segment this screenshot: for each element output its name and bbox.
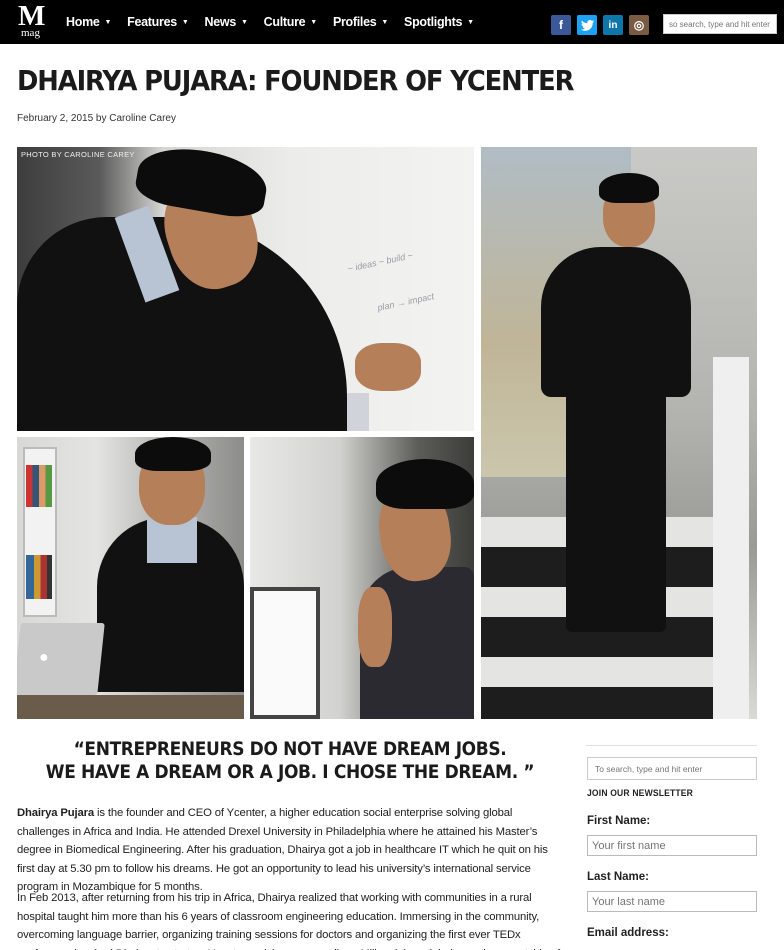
- article-byline: February 2, 2015 by Caroline Carey: [17, 113, 176, 124]
- person-hair: [135, 437, 211, 471]
- nav-label: Home: [66, 15, 100, 29]
- article-paragraph: Dhairya Pujara is the founder and CEO of…: [17, 804, 563, 897]
- photo-thinking: [250, 437, 474, 719]
- whiteboard-scribble: ~ ideas ~ build ~: [346, 250, 414, 274]
- nav-item-profiles[interactable]: Profiles ▼: [333, 15, 388, 29]
- facebook-icon[interactable]: f: [551, 15, 571, 35]
- nav-item-spotlights[interactable]: Spotlights ▼: [404, 15, 474, 29]
- twitter-icon[interactable]: [577, 15, 597, 35]
- article-paragraph: In Feb 2013, after returning from his tr…: [17, 889, 563, 950]
- instagram-icon[interactable]: ◎: [629, 15, 649, 35]
- photo-whiteboard: PHOTO BY CAROLINE CAREY ~ ideas ~ build …: [17, 147, 474, 431]
- top-navigation-bar: M mag Home ▼ Features ▼ News ▼ Culture ▼ Pro…: [0, 0, 784, 44]
- pull-quote: “ENTREPRENEURS DO NOT HAVE DREAM JOBS. W…: [17, 738, 563, 784]
- paragraph-text: is the founder and CEO of Ycenter, a hig…: [17, 807, 548, 893]
- chevron-down-icon: ▼: [104, 18, 112, 26]
- twitter-bird-icon: [580, 19, 594, 31]
- first-name-field[interactable]: [587, 835, 757, 856]
- nav-label: Spotlights: [404, 15, 463, 29]
- header-search-input[interactable]: [663, 14, 777, 34]
- nav-item-features[interactable]: Features ▼: [127, 15, 189, 29]
- photo-stairs: [481, 147, 757, 719]
- books: [26, 555, 52, 599]
- nav-label: Profiles: [332, 15, 377, 29]
- subject-name: Dhairya Pujara: [17, 807, 95, 819]
- nav-label: Culture: [263, 15, 306, 29]
- newsletter-heading: JOIN OUR NEWSLETTER: [587, 788, 694, 799]
- article-title: DHAIRYA PUJARA: FOUNDER OF YCENTER: [17, 64, 574, 97]
- laptop: [17, 623, 105, 695]
- person-hair: [132, 147, 272, 222]
- nav-label: Features: [127, 15, 177, 29]
- person-hair: [599, 173, 659, 203]
- person-hair: [376, 459, 474, 509]
- photo-laptop: ●: [17, 437, 244, 719]
- stair-step: [481, 657, 741, 687]
- first-name-label: First Name:: [587, 815, 651, 827]
- logo-subtext: mag: [21, 27, 40, 39]
- email-label: Email address:: [587, 927, 669, 939]
- pull-quote-line: WE HAVE A DREAM OR A JOB. I CHOSE THE DR…: [45, 762, 535, 783]
- paragraph-text: In Feb 2013, after returning from his tr…: [17, 892, 560, 950]
- desk: [17, 695, 244, 719]
- chevron-down-icon: ▼: [381, 18, 389, 26]
- apple-logo-icon: ●: [39, 649, 49, 666]
- person-sweater: [541, 247, 691, 397]
- stair-railing: [713, 357, 749, 719]
- main-nav: Home ▼ Features ▼ News ▼ Culture ▼ Profiles ▼…: [66, 0, 490, 44]
- window: [250, 587, 320, 719]
- social-links: f in ◎: [551, 15, 655, 35]
- sidebar-divider: [586, 745, 757, 746]
- pull-quote-line: “ENTREPRENEURS DO NOT HAVE DREAM JOBS.: [73, 739, 507, 760]
- person-trousers: [566, 392, 666, 632]
- nav-item-home[interactable]: Home ▼: [66, 15, 111, 29]
- person-cuff: [347, 393, 369, 431]
- site-logo[interactable]: M mag: [17, 0, 53, 41]
- stair-riser: [481, 687, 741, 719]
- nav-label: News: [204, 15, 237, 29]
- nav-item-news[interactable]: News ▼: [205, 15, 248, 29]
- books: [26, 465, 52, 507]
- person-hand: [358, 587, 392, 667]
- linkedin-icon[interactable]: in: [603, 15, 623, 35]
- chevron-down-icon: ▼: [467, 18, 474, 26]
- sidebar-search-input[interactable]: [587, 757, 757, 780]
- last-name-label: Last Name:: [587, 871, 649, 883]
- person-hand: [355, 343, 421, 391]
- nav-item-culture[interactable]: Culture ▼: [263, 15, 318, 29]
- photo-credit: PHOTO BY CAROLINE CAREY: [21, 150, 135, 159]
- last-name-field[interactable]: [587, 891, 757, 912]
- chevron-down-icon: ▼: [310, 18, 317, 26]
- chevron-down-icon: ▼: [181, 18, 189, 26]
- chevron-down-icon: ▼: [241, 18, 248, 26]
- whiteboard-scribble: plan → impact: [376, 291, 435, 313]
